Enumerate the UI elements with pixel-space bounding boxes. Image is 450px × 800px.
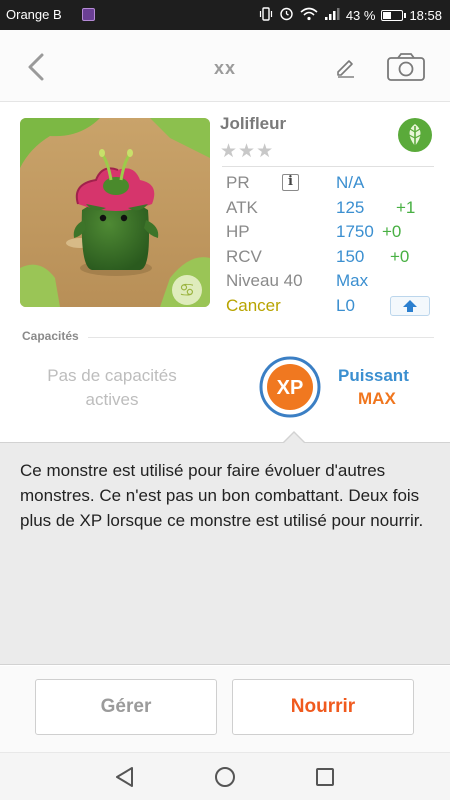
upgrade-sign-button[interactable] xyxy=(390,295,430,316)
stat-bonus: +0 xyxy=(382,222,402,241)
edit-button[interactable] xyxy=(334,54,358,78)
nav-back-button[interactable] xyxy=(113,765,137,789)
square-recents-icon xyxy=(316,768,334,786)
page-title: xx xyxy=(213,58,237,78)
notification-app-icon xyxy=(82,8,95,21)
stat-bonus: +0 xyxy=(390,246,410,266)
stat-label: Niveau 40 xyxy=(226,271,303,290)
rarity-stars: ★★★ xyxy=(220,141,275,162)
leaf-icon xyxy=(398,118,432,152)
passive-level: MAX xyxy=(358,389,396,408)
system-nav-bar xyxy=(0,752,450,800)
monster-illustration: ♋ xyxy=(20,118,210,307)
stat-row-hp: HP 1750 +0 xyxy=(226,220,436,245)
stat-label: RCV xyxy=(226,246,262,266)
manage-button[interactable]: Gérer xyxy=(35,679,217,735)
nav-recents-button[interactable] xyxy=(313,765,337,789)
sign-label: Cancer xyxy=(226,295,281,315)
svg-text:♋: ♋ xyxy=(179,280,195,301)
stat-value: 1750 xyxy=(336,222,374,241)
alarm-icon xyxy=(279,6,294,24)
xp-passive-badge[interactable]: XP xyxy=(258,355,322,419)
battery-fill xyxy=(383,11,391,19)
monster-portrait[interactable]: ♋ xyxy=(20,118,210,307)
stat-value: N/A xyxy=(336,173,365,192)
stat-value: Max xyxy=(336,271,369,290)
arrow-up-icon xyxy=(403,299,417,312)
stat-label: PR xyxy=(226,173,250,192)
stat-row-sign: Cancer L0 xyxy=(226,294,436,319)
stat-label: ATK xyxy=(226,197,258,217)
stats-divider xyxy=(222,166,434,167)
clock: 18:58 xyxy=(409,7,442,23)
no-active-capacities: Pas de capacités actives xyxy=(47,366,177,409)
stat-label: HP xyxy=(226,222,250,241)
battery-icon xyxy=(381,9,407,21)
stat-row-rcv: RCV 150 +0 xyxy=(226,245,436,270)
monster-name: Jolifleur xyxy=(220,114,287,133)
carrier-name: Orange B xyxy=(6,7,62,22)
wifi-icon xyxy=(300,7,318,24)
sign-level: L0 xyxy=(336,295,355,315)
triangle-back-icon xyxy=(116,767,133,787)
header: xx xyxy=(0,30,450,102)
battery-percent: 43 % xyxy=(345,7,376,23)
status-icons: 43 % 18:58 xyxy=(259,5,442,25)
stat-bonus: +1 xyxy=(396,197,416,217)
description-pointer-fill xyxy=(283,433,305,444)
info-icon[interactable]: i xyxy=(282,174,299,191)
camera-button[interactable] xyxy=(386,52,426,82)
stat-row-level: Niveau 40 Max xyxy=(226,269,436,294)
capacities-divider xyxy=(88,337,434,338)
camera-icon xyxy=(387,53,425,81)
capacities-title: Capacités xyxy=(22,329,79,343)
vibrate-icon xyxy=(259,6,273,24)
xp-badge-label: XP xyxy=(277,377,304,399)
nav-home-button[interactable] xyxy=(213,765,237,789)
feed-button[interactable]: Nourrir xyxy=(232,679,414,735)
signal-icon xyxy=(324,7,340,24)
description-text: Ce monstre est utilisé pour faire évolue… xyxy=(20,461,424,530)
stat-value: 125 xyxy=(336,197,365,217)
circle-home-icon xyxy=(215,767,235,787)
pencil-icon xyxy=(337,60,354,78)
stats-table: PR i N/A ATK 125 +1 HP 1750 +0 RCV 150 +… xyxy=(226,171,436,318)
status-bar: Orange B 43 % 18:58 xyxy=(0,0,450,30)
passive-name: Puissant xyxy=(338,366,409,385)
stat-row-pr: PR i N/A xyxy=(226,171,436,196)
stat-value: 150 xyxy=(336,246,365,266)
stat-row-atk: ATK 125 +1 xyxy=(226,196,436,221)
